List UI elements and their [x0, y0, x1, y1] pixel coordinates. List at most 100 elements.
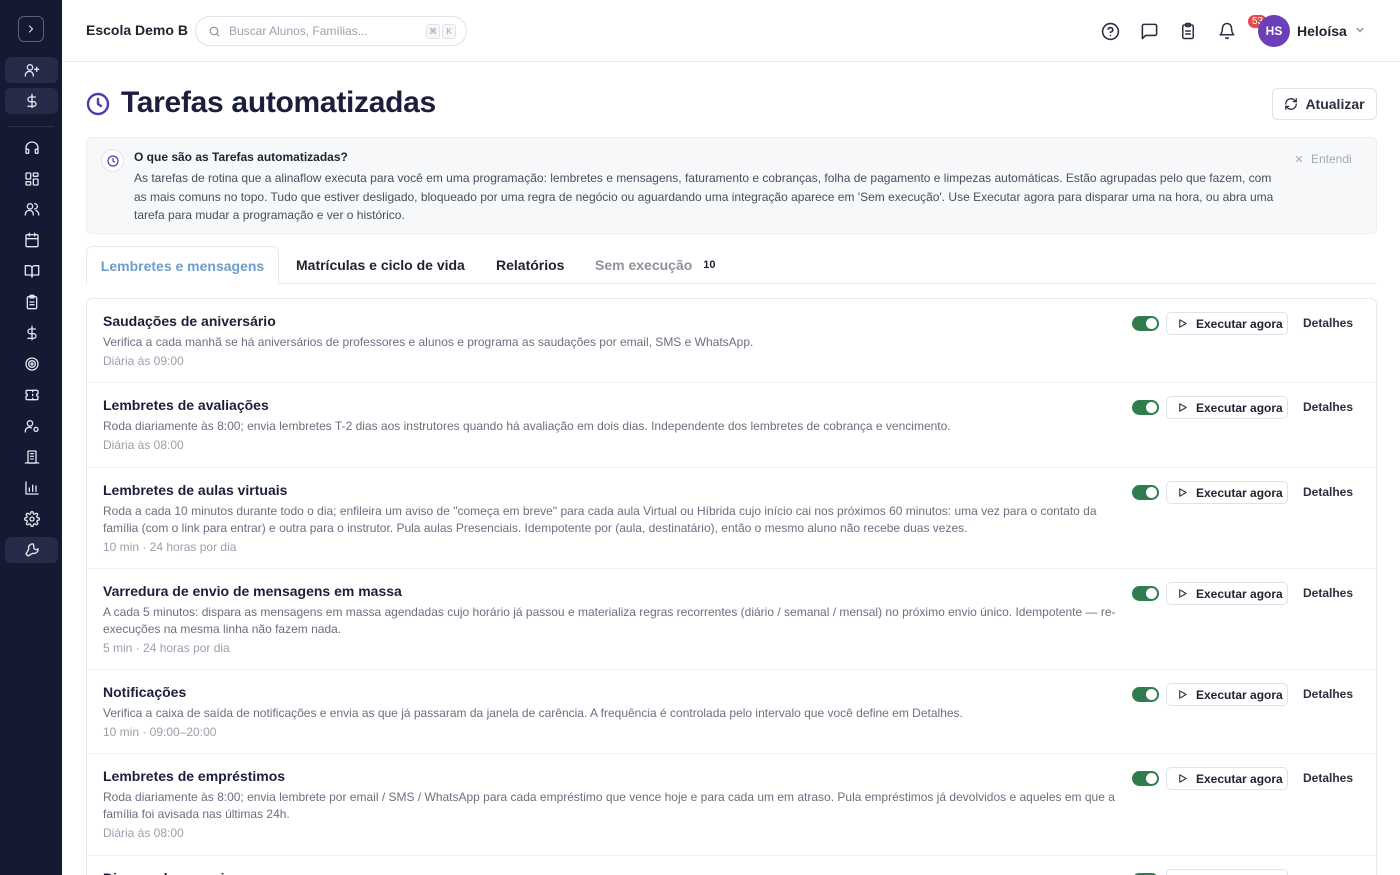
- headset-icon: [24, 141, 39, 154]
- chevron-down-icon[interactable]: [1354, 24, 1366, 36]
- sidebar-item-dashboard[interactable]: [5, 166, 58, 192]
- target-icon: [24, 357, 39, 371]
- sidebar-item-goals[interactable]: [5, 351, 58, 377]
- tasks-button[interactable]: [1177, 20, 1199, 42]
- details-link[interactable]: Detalhes: [1303, 687, 1353, 701]
- task-enabled-toggle[interactable]: [1132, 687, 1159, 702]
- run-now-label: Executar agora: [1196, 687, 1283, 702]
- task-row[interactable]: Lembretes de aulas virtuais Roda a cada 1…: [87, 468, 1376, 569]
- info-banner: O que são as Tarefas automatizadas? As t…: [86, 137, 1377, 234]
- run-now-button[interactable]: Executar agora: [1166, 396, 1288, 419]
- user-name[interactable]: Heloísa: [1297, 23, 1347, 39]
- school-name[interactable]: Escola Demo B: [86, 22, 188, 38]
- users-icon: [24, 203, 39, 216]
- task-description: Roda diariamente às 8:00; envia lembrete…: [103, 790, 1115, 821]
- task-schedule: Diária às 08:00: [103, 826, 184, 840]
- run-now-button[interactable]: Executar agora: [1166, 869, 1288, 875]
- ticket-icon: [24, 389, 39, 401]
- task-row[interactable]: Saudações de aniversário Verifica a cada …: [87, 299, 1376, 383]
- play-icon: [1179, 589, 1187, 598]
- sidebar-item-staff[interactable]: [5, 413, 58, 439]
- sidebar-item-assessments[interactable]: [5, 289, 58, 315]
- task-enabled-toggle[interactable]: [1132, 400, 1159, 415]
- play-icon: [1179, 690, 1187, 699]
- tab-not-running-count: 10: [703, 259, 716, 271]
- task-schedule: Diária às 08:00: [103, 438, 184, 452]
- help-button[interactable]: [1099, 20, 1121, 42]
- refresh-button[interactable]: Atualizar: [1272, 88, 1377, 120]
- run-now-button[interactable]: Executar agora: [1166, 582, 1288, 605]
- run-now-button[interactable]: Executar agora: [1166, 481, 1288, 504]
- details-link[interactable]: Detalhes: [1303, 316, 1353, 330]
- message-square-icon: [1141, 23, 1157, 39]
- task-enabled-toggle[interactable]: [1132, 771, 1159, 786]
- task-title: Saudações de aniversário: [103, 313, 276, 329]
- details-link[interactable]: Detalhes: [1303, 771, 1353, 785]
- sidebar-item-billing[interactable]: [5, 88, 58, 114]
- task-row[interactable]: Disparo de pesquisasExecutar agoraDetalh…: [87, 856, 1376, 875]
- search-input[interactable]: [229, 24, 419, 38]
- details-link[interactable]: Detalhes: [1303, 586, 1353, 600]
- sidebar-item-automations[interactable]: [5, 537, 58, 563]
- sidebar-item-facilities[interactable]: [5, 444, 58, 470]
- sidebar-expand-button[interactable]: [18, 16, 44, 42]
- task-enabled-toggle[interactable]: [1132, 586, 1159, 601]
- task-row[interactable]: Lembretes de avaliações Roda diariamente …: [87, 383, 1376, 468]
- run-now-label: Executar agora: [1196, 771, 1283, 786]
- toggle-knob: [1146, 773, 1157, 784]
- clipboard-list-icon: [1182, 22, 1194, 40]
- sidebar-item-people[interactable]: [5, 196, 58, 222]
- clock-icon: [86, 92, 110, 116]
- shortcut-key-cmd: ⌘: [426, 24, 440, 39]
- sidebar-item-courses[interactable]: [5, 258, 58, 284]
- sidebar-item-settings[interactable]: [5, 506, 58, 532]
- sidebar-item-support[interactable]: [5, 135, 58, 161]
- tab-reports[interactable]: Relatórios: [496, 246, 564, 284]
- play-icon: [1179, 403, 1187, 412]
- run-now-button[interactable]: Executar agora: [1166, 767, 1288, 790]
- task-row[interactable]: Varredura de envio de mensagens em massa…: [87, 569, 1376, 670]
- refresh-icon: [1285, 98, 1298, 110]
- wrench-icon: [24, 543, 39, 557]
- chevron-right-icon: [28, 25, 34, 33]
- sidebar-item-calendar[interactable]: [5, 227, 58, 253]
- run-now-button[interactable]: Executar agora: [1166, 312, 1288, 335]
- toggle-knob: [1146, 318, 1157, 329]
- tab-not-running[interactable]: Sem execução 10: [595, 246, 716, 284]
- task-schedule: 10 min · 24 horas por dia: [103, 540, 237, 554]
- details-link[interactable]: Detalhes: [1303, 485, 1353, 499]
- search-box[interactable]: ⌘ K: [195, 16, 467, 46]
- task-enabled-toggle[interactable]: [1132, 316, 1159, 331]
- search-icon: [209, 26, 220, 36]
- tab-reminders-messages[interactable]: Lembretes e mensagens: [86, 246, 279, 285]
- task-description: Verifica a caixa de saída de notificaçõe…: [103, 706, 963, 720]
- task-title: Varredura de envio de mensagens em massa: [103, 583, 402, 599]
- book-icon: [24, 265, 39, 278]
- sidebar-item-finance[interactable]: [5, 320, 58, 346]
- sidebar-item-add-student[interactable]: [5, 57, 58, 83]
- sidebar-item-reports[interactable]: [5, 475, 58, 501]
- notifications-button[interactable]: [1216, 20, 1238, 42]
- run-now-button[interactable]: Executar agora: [1166, 683, 1288, 706]
- task-description: Roda diariamente às 8:00; envia lembrete…: [103, 419, 951, 433]
- task-row[interactable]: Lembretes de empréstimos Roda diariamente…: [87, 754, 1376, 856]
- refresh-button-label: Atualizar: [1305, 96, 1365, 112]
- run-now-label: Executar agora: [1196, 400, 1283, 415]
- messages-button[interactable]: [1138, 20, 1160, 42]
- close-icon: [1295, 155, 1303, 163]
- task-description: Verifica a cada manhã se há aniversários…: [103, 335, 754, 349]
- tab-enrollment-lifecycle[interactable]: Matrículas e ciclo de vida: [296, 246, 465, 284]
- sidebar-item-tickets[interactable]: [5, 382, 58, 408]
- toggle-knob: [1146, 487, 1157, 498]
- task-list: Saudações de aniversário Verifica a cada …: [86, 298, 1377, 875]
- task-row[interactable]: Notificações Verifica a caixa de saída de…: [87, 670, 1376, 754]
- dismiss-button[interactable]: Entendi: [1294, 152, 1352, 166]
- task-title: Notificações: [103, 684, 187, 700]
- task-enabled-toggle[interactable]: [1132, 485, 1159, 500]
- dashboard-icon: [24, 172, 39, 186]
- info-text: As tarefas de rotina que a alinaflow exe…: [134, 171, 1274, 222]
- avatar[interactable]: HS: [1258, 15, 1290, 47]
- top-header: Escola Demo B ⌘ K 53 HS Heloísa: [62, 0, 1400, 62]
- task-schedule: 10 min · 09:00–20:00: [103, 725, 217, 739]
- details-link[interactable]: Detalhes: [1303, 400, 1353, 414]
